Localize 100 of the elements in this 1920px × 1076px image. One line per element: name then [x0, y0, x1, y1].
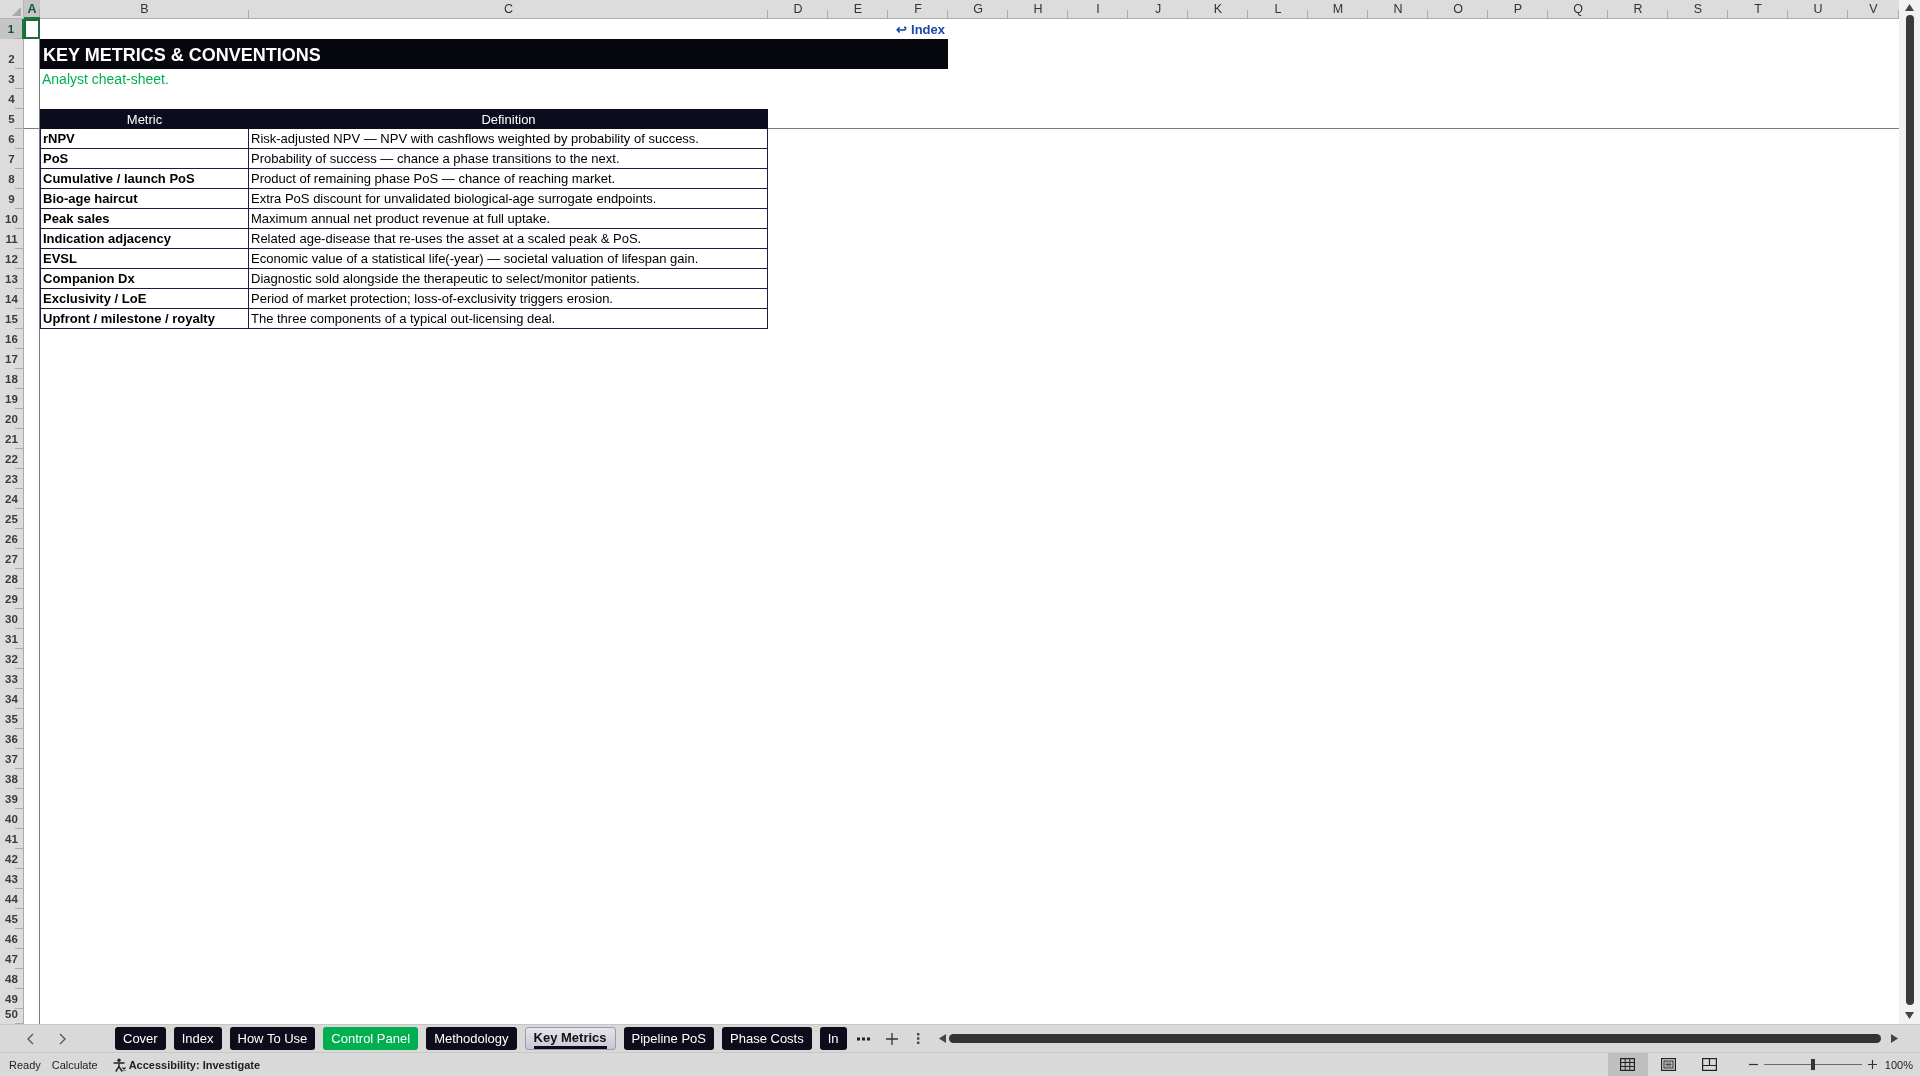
column-header[interactable]: V: [1848, 0, 1899, 19]
row-header[interactable]: 41: [0, 829, 24, 849]
row-header[interactable]: 3: [0, 69, 24, 89]
row-header[interactable]: 49: [0, 989, 24, 1009]
more-icon[interactable]: [856, 1036, 870, 1041]
row-header[interactable]: 27: [0, 549, 24, 569]
column-header[interactable]: K: [1188, 0, 1248, 19]
row-header[interactable]: 30: [0, 609, 24, 629]
row-header[interactable]: 45: [0, 909, 24, 929]
table-cell: Probability of success — chance a phase transitions to the next.: [249, 149, 768, 169]
row-header[interactable]: 24: [0, 489, 24, 509]
row-header[interactable]: 23: [0, 469, 24, 489]
column-header[interactable]: A: [24, 0, 40, 19]
row-header[interactable]: 37: [0, 749, 24, 769]
sheet-tab[interactable]: Key Metrics: [524, 1027, 616, 1050]
row-header[interactable]: 40: [0, 809, 24, 829]
scrollbar-thumb[interactable]: [1905, 15, 1914, 1005]
column-header[interactable]: N: [1368, 0, 1428, 19]
row-header[interactable]: 13: [0, 269, 24, 289]
row-header[interactable]: 38: [0, 769, 24, 789]
row-header[interactable]: 11: [0, 229, 24, 249]
column-header[interactable]: F: [888, 0, 948, 19]
slider-thumb[interactable]: [1810, 1059, 1815, 1070]
column-header[interactable]: M: [1308, 0, 1368, 19]
row-header[interactable]: 15: [0, 309, 24, 329]
row-header[interactable]: 6: [0, 129, 24, 149]
column-header[interactable]: I: [1068, 0, 1128, 19]
sheet-tab[interactable]: Cover: [115, 1027, 166, 1050]
calculate-button[interactable]: Calculate: [51, 1058, 98, 1071]
row-header[interactable]: 44: [0, 889, 24, 909]
table-cell: Companion Dx: [40, 269, 249, 289]
column-header[interactable]: D: [768, 0, 828, 19]
row-header[interactable]: 29: [0, 589, 24, 609]
row-header[interactable]: 34: [0, 689, 24, 709]
plus-icon[interactable]: [885, 1032, 898, 1045]
column-header[interactable]: T: [1728, 0, 1788, 19]
row-header[interactable]: 47: [0, 949, 24, 969]
sheet-tab[interactable]: In: [819, 1027, 847, 1050]
triangle-right-icon[interactable]: [1891, 1034, 1898, 1043]
column-header[interactable]: S: [1668, 0, 1728, 19]
row-header[interactable]: 22: [0, 449, 24, 469]
index-link[interactable]: ↩ Index: [896, 21, 948, 37]
row-header[interactable]: 17: [0, 349, 24, 369]
row-header[interactable]: 1: [0, 19, 24, 39]
row-header[interactable]: 48: [0, 969, 24, 989]
row-header[interactable]: 25: [0, 509, 24, 529]
row-header[interactable]: 5: [0, 109, 24, 129]
row-header[interactable]: 8: [0, 169, 24, 189]
view-button[interactable]: [1607, 1053, 1648, 1076]
column-header[interactable]: L: [1248, 0, 1308, 19]
row-header[interactable]: 28: [0, 569, 24, 589]
column-header[interactable]: Q: [1548, 0, 1608, 19]
row-header[interactable]: 2: [0, 39, 24, 69]
sheet-tab[interactable]: Index: [173, 1027, 222, 1050]
row-header[interactable]: 10: [0, 209, 24, 229]
row-header[interactable]: 18: [0, 369, 24, 389]
grid-icon: [1620, 1058, 1636, 1071]
selected-cell[interactable]: [24, 19, 40, 39]
row-header[interactable]: 16: [0, 329, 24, 349]
triangle-down-icon[interactable]: [1905, 1012, 1914, 1019]
sheet-tab[interactable]: How To Use: [229, 1027, 316, 1050]
row-header[interactable]: 33: [0, 669, 24, 689]
column-header[interactable]: O: [1428, 0, 1488, 19]
row-header[interactable]: 46: [0, 929, 24, 949]
column-header[interactable]: G: [948, 0, 1008, 19]
column-header[interactable]: B: [40, 0, 249, 19]
accessibility-button[interactable]: Accessibility: Investigate: [111, 1057, 261, 1072]
row-header[interactable]: 4: [0, 89, 24, 109]
triangle-left-icon[interactable]: [938, 1034, 946, 1043]
triangle-up-icon[interactable]: [1905, 4, 1914, 11]
row-header[interactable]: 7: [0, 149, 24, 169]
row-header[interactable]: 31: [0, 629, 24, 649]
row-header[interactable]: 20: [0, 409, 24, 429]
zoom-level[interactable]: 100%: [1884, 1058, 1920, 1071]
row-header[interactable]: 21: [0, 429, 24, 449]
row-header[interactable]: 35: [0, 709, 24, 729]
sheet-tab[interactable]: Phase Costs: [722, 1027, 812, 1050]
sheet-tab[interactable]: Pipeline PoS: [623, 1027, 714, 1050]
row-header[interactable]: 36: [0, 729, 24, 749]
column-header[interactable]: C: [249, 0, 768, 19]
row-header[interactable]: 32: [0, 649, 24, 669]
row-header[interactable]: 43: [0, 869, 24, 889]
row-header[interactable]: 50: [0, 1009, 24, 1024]
row-header[interactable]: 9: [0, 189, 24, 209]
row-header[interactable]: 14: [0, 289, 24, 309]
column-header[interactable]: U: [1788, 0, 1848, 19]
sheet-tab[interactable]: Methodology: [426, 1027, 517, 1050]
vertical-dots-icon[interactable]: [916, 1033, 920, 1044]
column-header[interactable]: R: [1608, 0, 1668, 19]
row-header[interactable]: 39: [0, 789, 24, 809]
row-header[interactable]: 42: [0, 849, 24, 869]
scrollbar-thumb[interactable]: [948, 1034, 1881, 1043]
row-header[interactable]: 19: [0, 389, 24, 409]
column-header[interactable]: E: [828, 0, 888, 19]
column-header[interactable]: J: [1128, 0, 1188, 19]
column-header[interactable]: P: [1488, 0, 1548, 19]
plus-icon[interactable]: [1867, 1060, 1877, 1069]
row-header[interactable]: 12: [0, 249, 24, 269]
column-header[interactable]: H: [1008, 0, 1068, 19]
row-header[interactable]: 26: [0, 529, 24, 549]
